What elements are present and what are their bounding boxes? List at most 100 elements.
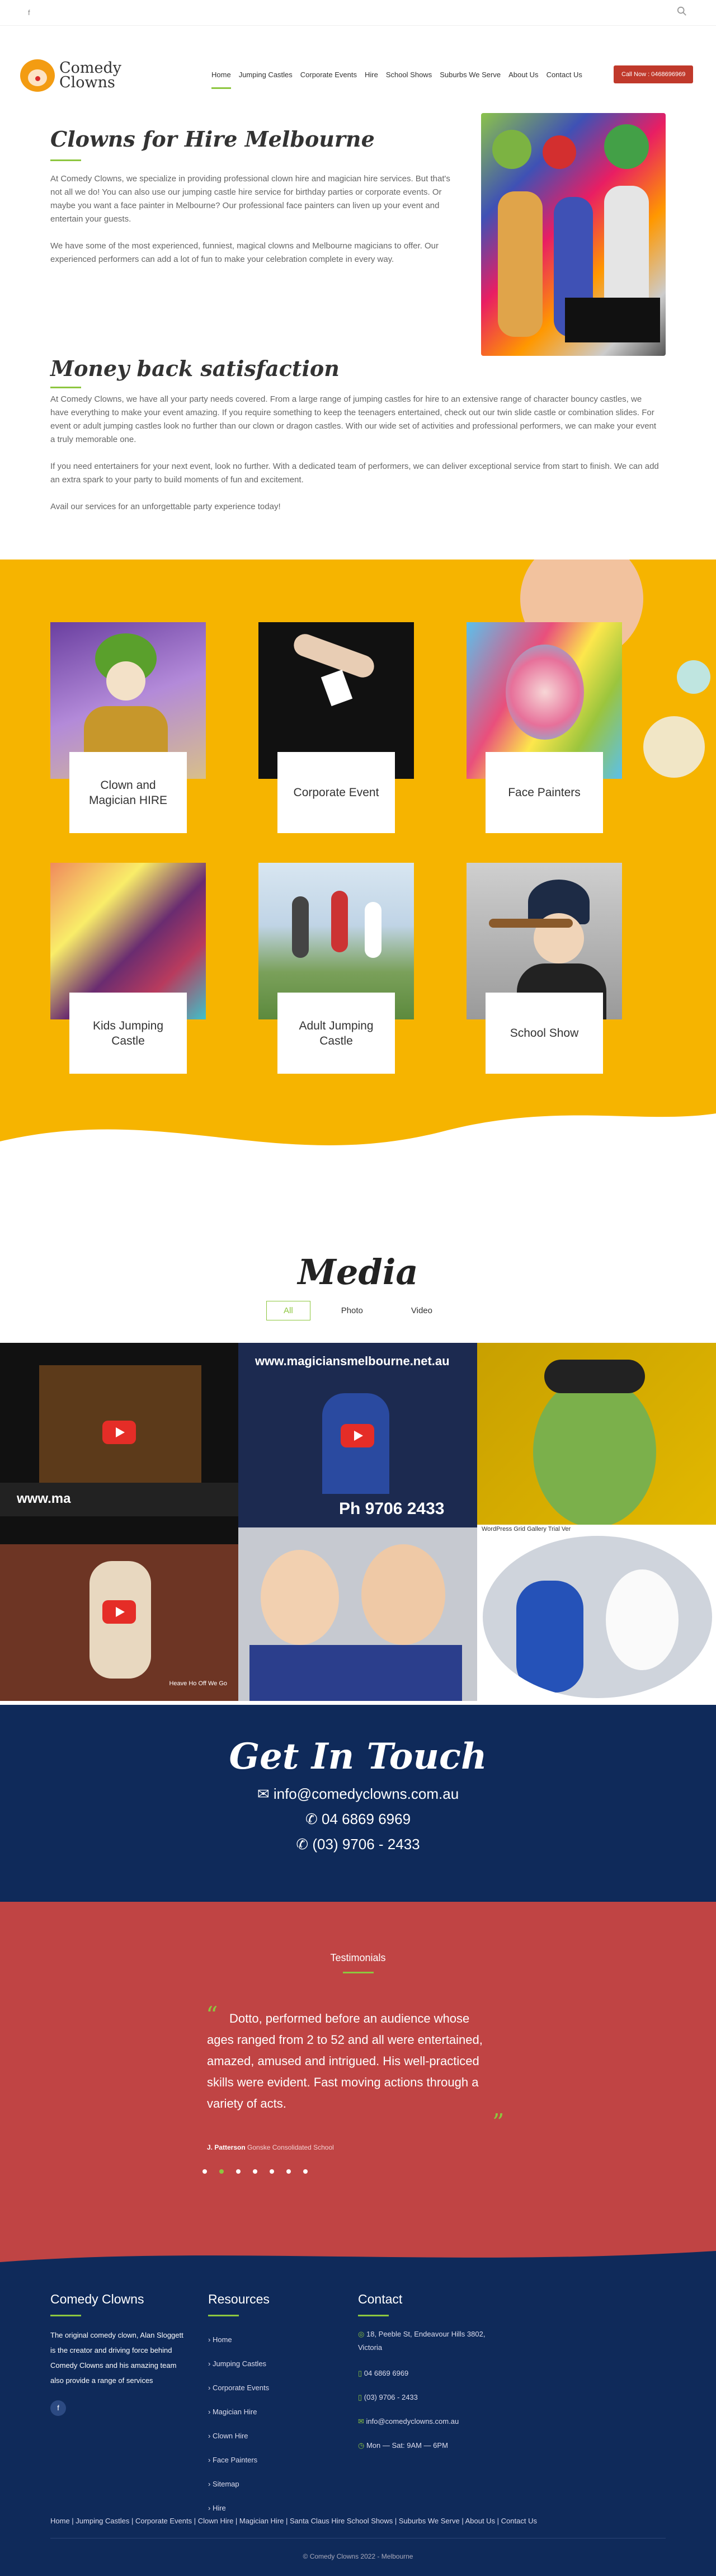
service-label: Kids Jumping Castle bbox=[69, 993, 187, 1074]
envelope-icon: ✉ bbox=[358, 2417, 366, 2425]
service-card-face-painters[interactable]: Face Painters bbox=[467, 622, 622, 833]
nav-suburbs[interactable]: Suburbs We Serve bbox=[440, 70, 501, 89]
carousel-dot[interactable] bbox=[236, 2169, 241, 2174]
mobile-text[interactable]: 04 6869 6969 bbox=[364, 2369, 409, 2377]
filter-all[interactable]: All bbox=[266, 1301, 310, 1320]
carousel-dot[interactable] bbox=[286, 2169, 291, 2174]
footer-link-home[interactable]: › Home bbox=[208, 2328, 331, 2352]
carousel-dot-active[interactable] bbox=[219, 2169, 224, 2174]
money-paragraph-2: If you need entertainers for your next e… bbox=[50, 462, 659, 485]
photo-tile-puppets[interactable] bbox=[238, 1527, 477, 1701]
call-now-button[interactable]: Call Now : 0468696969 bbox=[614, 65, 694, 83]
carousel-dot[interactable] bbox=[202, 2169, 207, 2174]
nav-contact[interactable]: Contact Us bbox=[547, 70, 582, 89]
contact-mobile-row[interactable]: ✆ 04 6869 6969 bbox=[0, 1811, 716, 1828]
clowns-group-photo bbox=[481, 113, 666, 356]
nav-about[interactable]: About Us bbox=[508, 70, 538, 89]
author-name: J. Patterson bbox=[207, 2143, 246, 2151]
title-underline bbox=[358, 2315, 389, 2316]
location-icon: ◎ bbox=[358, 2330, 366, 2338]
footer-link-label[interactable]: Hire bbox=[213, 2504, 226, 2512]
video-caption: Heave Ho Off We Go bbox=[169, 1680, 227, 1687]
footer-link-label[interactable]: Jumping Castles bbox=[213, 2359, 266, 2368]
carousel-dot[interactable] bbox=[253, 2169, 257, 2174]
title-underline bbox=[50, 2315, 81, 2316]
play-icon[interactable] bbox=[102, 1600, 136, 1624]
title-underline bbox=[208, 2315, 239, 2316]
nav-hire[interactable]: Hire bbox=[365, 70, 378, 89]
footer-link-face-painters[interactable]: › Face Painters bbox=[208, 2448, 331, 2472]
contact-phone-row[interactable]: ✆ (03) 9706 - 2433 bbox=[0, 1836, 716, 1853]
filter-video[interactable]: Video bbox=[394, 1301, 450, 1320]
play-icon[interactable] bbox=[102, 1421, 136, 1444]
testimonial-author: J. Patterson Gonske Consolidated School bbox=[207, 2143, 334, 2151]
photo-tile-clown-bunny[interactable]: WordPress Grid Gallery Trial Ver bbox=[477, 1525, 716, 1701]
service-card-kids-castle[interactable]: Kids Jumping Castle bbox=[50, 863, 206, 1074]
wave-divider bbox=[0, 2251, 716, 2273]
nav-school-shows[interactable]: School Shows bbox=[386, 70, 432, 89]
footer-email[interactable]: ✉ info@comedyclowns.com.au bbox=[358, 2409, 503, 2433]
contact-phone[interactable]: (03) 9706 - 2433 bbox=[312, 1836, 420, 1853]
carousel-dot[interactable] bbox=[270, 2169, 274, 2174]
intro-paragraph-1: At Comedy Clowns, we specialize in provi… bbox=[50, 174, 450, 224]
footer-resources-title: Resources bbox=[208, 2292, 270, 2306]
service-card-adult-castle[interactable]: Adult Jumping Castle bbox=[258, 863, 414, 1074]
footer-bottom-links[interactable]: Home | Jumping Castles | Corporate Event… bbox=[50, 2517, 537, 2525]
phone-text[interactable]: (03) 9706 - 2433 bbox=[364, 2393, 418, 2401]
logo[interactable]: Comedy Clowns bbox=[20, 59, 138, 92]
play-icon[interactable] bbox=[341, 1424, 374, 1447]
contact-email-row[interactable]: ✉ info@comedyclowns.com.au bbox=[0, 1785, 716, 1803]
money-paragraph-3: Avail our services for an unforgettable … bbox=[50, 502, 281, 511]
service-card-school-show[interactable]: School Show bbox=[467, 863, 622, 1074]
service-card-clown[interactable]: Clown and Magician HIRE bbox=[50, 622, 206, 833]
envelope-icon: ✉ bbox=[257, 1785, 274, 1802]
nav-corporate-events[interactable]: Corporate Events bbox=[300, 70, 357, 89]
video-tile-3[interactable]: Heave Ho Off We Go bbox=[0, 1544, 238, 1701]
footer-link-label[interactable]: Clown Hire bbox=[213, 2432, 248, 2440]
service-card-corporate[interactable]: Corporate Event bbox=[258, 622, 414, 833]
footer-link-label[interactable]: Magician Hire bbox=[213, 2408, 257, 2416]
facebook-icon[interactable]: f bbox=[28, 8, 30, 17]
footer-link-label[interactable]: Home bbox=[213, 2335, 232, 2344]
email-text[interactable]: info@comedyclowns.com.au bbox=[366, 2417, 459, 2425]
footer-contact: Contact ◎ 18, Peeble St, Endeavour Hills… bbox=[358, 2292, 503, 2457]
hours-text: Mon — Sat: 9AM — 6PM bbox=[366, 2441, 448, 2450]
footer-link-label[interactable]: Sitemap bbox=[213, 2480, 239, 2488]
balloon-decoration bbox=[677, 660, 710, 694]
footer-link-label[interactable]: Corporate Events bbox=[213, 2384, 269, 2392]
title-underline bbox=[50, 159, 81, 161]
close-quote-icon: ” bbox=[492, 2109, 505, 2136]
clock-icon: ◷ bbox=[358, 2441, 366, 2450]
carousel-dots bbox=[202, 2169, 308, 2174]
footer-mobile[interactable]: ▯ 04 6869 6969 bbox=[358, 2361, 503, 2385]
title-underline bbox=[342, 1972, 374, 1973]
nav-jumping-castles[interactable]: Jumping Castles bbox=[239, 70, 293, 89]
video-watermark: www.ma bbox=[17, 1491, 71, 1506]
site-footer: Comedy Clowns The original comedy clown,… bbox=[0, 2273, 716, 2576]
wave-divider bbox=[0, 1113, 716, 1164]
footer-link-label[interactable]: Face Painters bbox=[213, 2456, 257, 2464]
facebook-icon[interactable]: f bbox=[50, 2400, 66, 2416]
filter-photo[interactable]: Photo bbox=[324, 1301, 380, 1320]
footer-phone[interactable]: ▯ (03) 9706 - 2433 bbox=[358, 2385, 503, 2409]
photo-tile-frankenstein[interactable] bbox=[477, 1343, 716, 1525]
video-tile-2[interactable]: www.magiciansmelbourne.net.au Ph 9706 24… bbox=[238, 1343, 477, 1527]
service-label: Clown and Magician HIRE bbox=[69, 752, 187, 833]
logo-text: Comedy Clowns bbox=[59, 59, 122, 91]
footer-link-jumping-castles[interactable]: › Jumping Castles bbox=[208, 2352, 331, 2376]
search-icon[interactable] bbox=[677, 6, 687, 16]
nav-home[interactable]: Home bbox=[211, 70, 231, 89]
video-tile-1[interactable]: www.ma bbox=[0, 1343, 238, 1544]
money-back-title: Money back satisfaction bbox=[50, 356, 340, 381]
media-grid: www.ma www.magiciansmelbourne.net.au Ph … bbox=[0, 1343, 716, 1701]
services-section: Clown and Magician HIRE Corporate Event … bbox=[0, 560, 716, 1164]
get-in-touch-title: Get In Touch bbox=[229, 1736, 487, 1778]
contact-email[interactable]: info@comedyclowns.com.au bbox=[274, 1785, 459, 1802]
carousel-dot[interactable] bbox=[303, 2169, 308, 2174]
intro-title: Clowns for Hire Melbourne bbox=[50, 126, 375, 152]
footer-link-magician[interactable]: › Magician Hire bbox=[208, 2400, 331, 2424]
contact-mobile[interactable]: 04 6869 6969 bbox=[322, 1811, 411, 1827]
footer-link-clown[interactable]: › Clown Hire bbox=[208, 2424, 331, 2448]
footer-link-corporate[interactable]: › Corporate Events bbox=[208, 2376, 331, 2400]
footer-link-sitemap[interactable]: › Sitemap bbox=[208, 2472, 331, 2496]
